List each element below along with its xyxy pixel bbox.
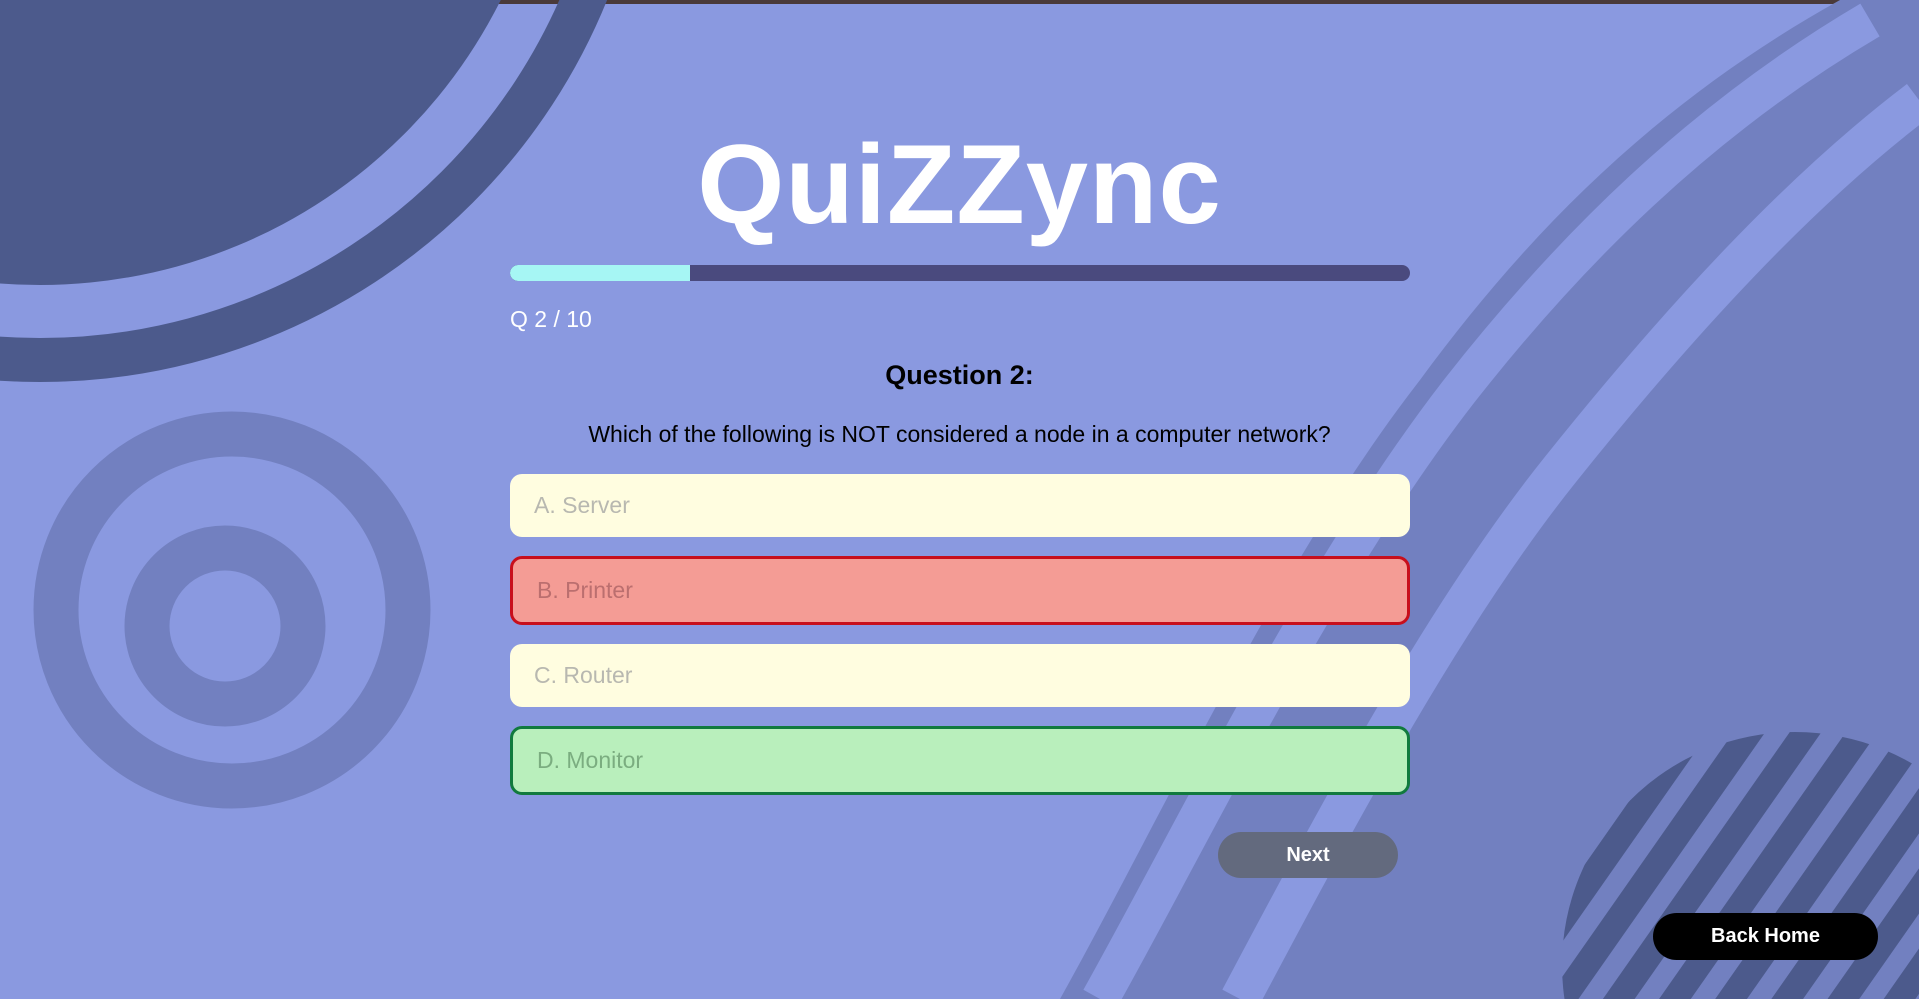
back-home-button[interactable]: Back Home	[1653, 913, 1878, 960]
question-text: Which of the following is NOT considered…	[588, 421, 1331, 447]
question-heading: Question 2:	[885, 360, 1034, 390]
option-d-button[interactable]: D. Monitor	[510, 726, 1410, 795]
option-b-label: B. Printer	[537, 577, 633, 603]
next-button[interactable]: Next	[1218, 832, 1398, 878]
option-d-label: D. Monitor	[537, 747, 644, 773]
option-c-button[interactable]: C. Router	[510, 644, 1410, 707]
option-a-label: A. Server	[534, 492, 630, 518]
app-title: QuiZZync	[697, 122, 1222, 247]
option-c-label: C. Router	[534, 662, 633, 688]
progress-bar	[510, 265, 1410, 281]
option-a-button[interactable]: A. Server	[510, 474, 1410, 537]
progress-bar-fill	[510, 265, 690, 281]
question-counter: Q 2 / 10	[510, 306, 592, 332]
option-b-button[interactable]: B. Printer	[510, 556, 1410, 625]
